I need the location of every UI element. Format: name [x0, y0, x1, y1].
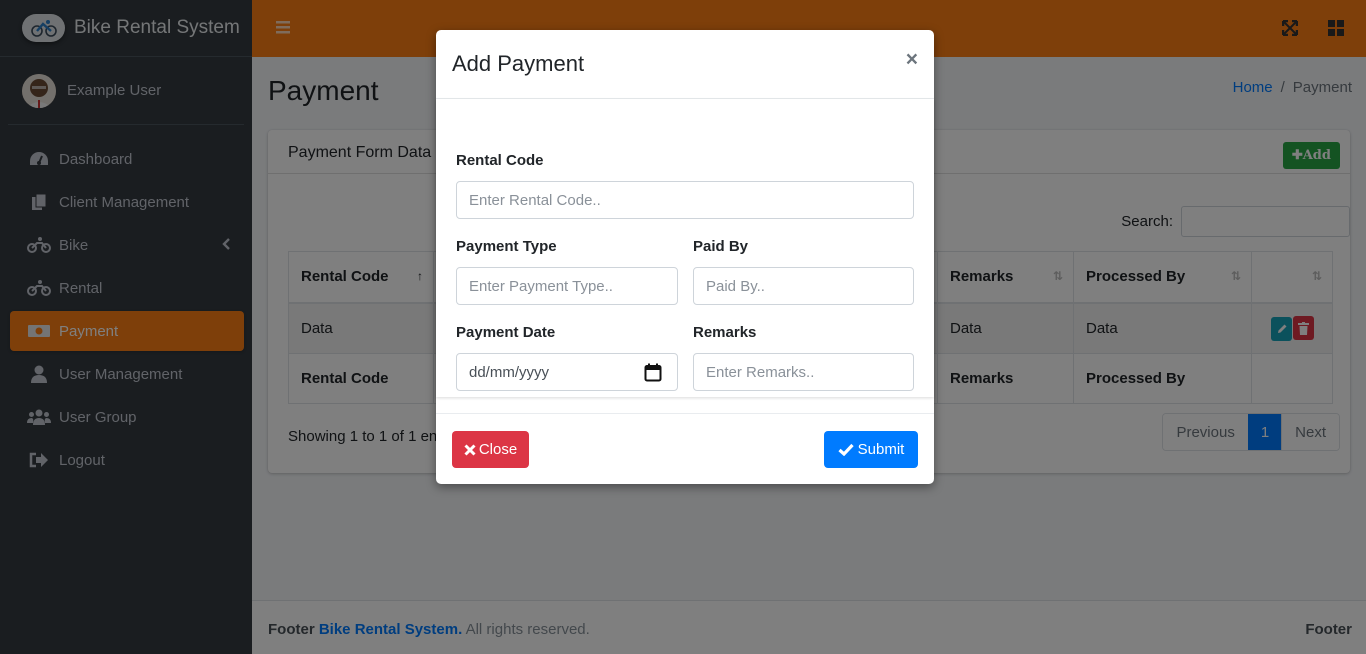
close-button[interactable]: Close — [452, 431, 529, 468]
rental-code-input[interactable] — [469, 191, 913, 209]
rental-code-label: Rental Code — [456, 152, 544, 169]
payment-date-input[interactable]: dd/mm/yyyy — [456, 353, 678, 391]
check-icon — [838, 443, 854, 456]
paid-by-input[interactable] — [706, 277, 913, 295]
remarks-input[interactable] — [706, 363, 913, 381]
calendar-icon[interactable] — [644, 363, 662, 386]
close-icon[interactable]: × — [906, 48, 918, 72]
modal-title: Add Payment — [452, 51, 585, 76]
submit-label: Submit — [857, 441, 905, 458]
modal-body: Rental Code Payment Type Paid By Payment… — [436, 99, 934, 397]
times-icon — [464, 443, 476, 456]
payment-date-placeholder: dd/mm/yyyy — [469, 363, 550, 381]
add-payment-modal: Add Payment × Rental Code Payment Type P… — [436, 30, 934, 484]
payment-type-label: Payment Type — [456, 238, 557, 255]
remarks-label: Remarks — [693, 324, 757, 341]
submit-button[interactable]: Submit — [824, 431, 918, 468]
close-label: Close — [478, 441, 518, 458]
payment-date-label: Payment Date — [456, 324, 556, 341]
paid-by-label: Paid By — [693, 238, 749, 255]
payment-type-input[interactable] — [469, 277, 677, 295]
modal-footer: Close Submit — [436, 413, 934, 484]
